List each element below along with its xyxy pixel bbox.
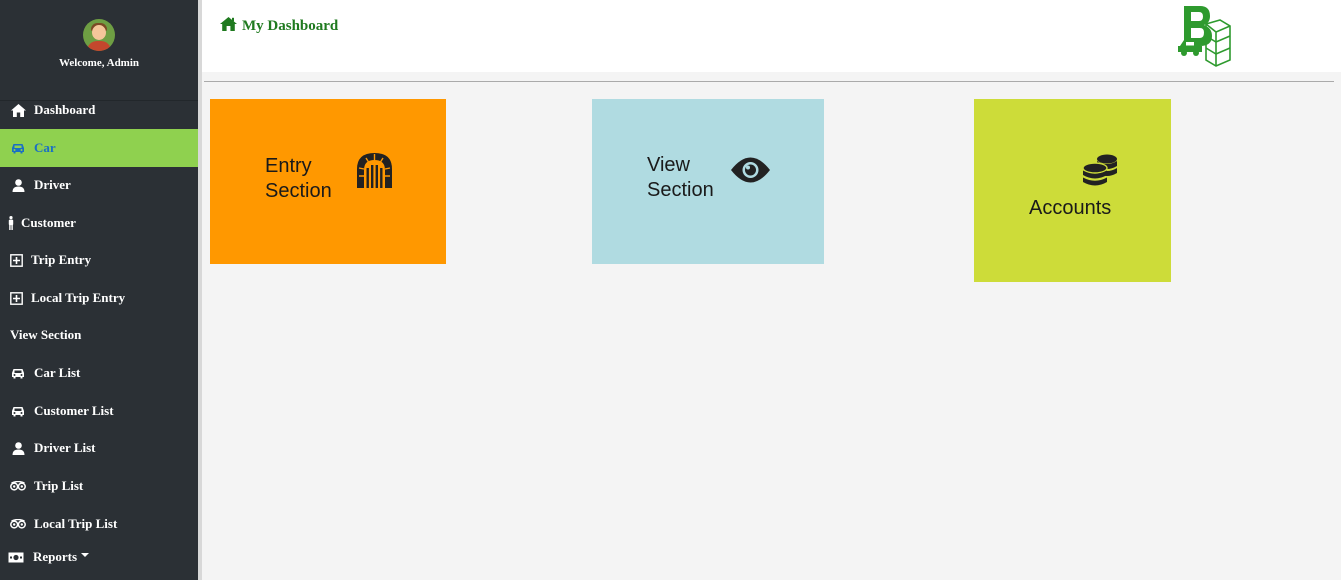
sidebar-divider bbox=[198, 0, 202, 580]
sidebar-item-driver-list[interactable]: Driver List bbox=[0, 429, 198, 467]
money-icon bbox=[8, 552, 24, 563]
car-icon bbox=[10, 143, 26, 154]
sidebar-item-dashboard[interactable]: Dashboard bbox=[0, 91, 198, 129]
tripadvisor-icon bbox=[10, 519, 26, 529]
sidebar-item-label: Car bbox=[34, 140, 56, 155]
gate-icon bbox=[357, 153, 392, 195]
sidebar-item-car-list[interactable]: Car List bbox=[0, 354, 198, 392]
page-title-text: My Dashboard bbox=[242, 18, 339, 34]
plus-square-icon bbox=[8, 253, 24, 267]
view-section-tile[interactable]: View Section bbox=[592, 99, 824, 264]
car-icon bbox=[10, 368, 26, 379]
car-icon bbox=[10, 406, 26, 417]
view-section-heading: View Section bbox=[10, 327, 82, 342]
header bbox=[202, 0, 1341, 72]
sidebar-item-label: Driver bbox=[34, 177, 71, 192]
home-icon bbox=[10, 103, 26, 117]
accounts-label: Accounts bbox=[1029, 197, 1112, 219]
entry-label-line2: Section bbox=[265, 180, 332, 202]
tripadvisor-icon bbox=[10, 481, 26, 491]
sidebar-item-label: Reports bbox=[33, 549, 78, 564]
sidebar-item-label: Local Trip Entry bbox=[31, 290, 126, 305]
sidebar-item-customer-list[interactable]: Customer List bbox=[0, 392, 198, 430]
eye-icon bbox=[731, 157, 770, 190]
sidebar-item-driver[interactable]: Driver bbox=[0, 166, 198, 204]
sidebar-item-label: Local Trip List bbox=[34, 516, 118, 531]
entry-section-tile[interactable]: Entry Section bbox=[210, 99, 446, 264]
plus-square-icon bbox=[8, 291, 24, 305]
user-icon bbox=[10, 441, 26, 455]
header-divider bbox=[204, 81, 1334, 82]
entry-section-label: Entry Section bbox=[265, 154, 332, 204]
caret-down-icon bbox=[81, 553, 90, 557]
person-standing-icon bbox=[6, 216, 16, 230]
sidebar-item-customer[interactable]: Customer bbox=[0, 204, 198, 242]
sidebar-item-label: Car List bbox=[34, 365, 81, 380]
sidebar-item-label: Driver List bbox=[34, 440, 96, 455]
home-icon bbox=[220, 17, 237, 36]
sidebar-item-trip-entry[interactable]: Trip Entry bbox=[0, 241, 198, 279]
sidebar-item-reports[interactable]: Reports bbox=[0, 538, 198, 576]
view-label-line1: View bbox=[647, 154, 690, 176]
page-title: My Dashboard bbox=[220, 17, 338, 36]
sidebar: Welcome, Admin Dashboard Car Driver Cust… bbox=[0, 0, 198, 580]
sidebar-item-local-trip-entry[interactable]: Local Trip Entry bbox=[0, 279, 198, 317]
accounts-tile[interactable]: Accounts bbox=[974, 99, 1171, 282]
sidebar-item-car[interactable]: Car bbox=[0, 129, 198, 167]
profile-panel: Welcome, Admin bbox=[0, 19, 198, 101]
view-section-label: View Section bbox=[647, 153, 714, 203]
sidebar-item-label: Customer List bbox=[34, 403, 114, 418]
coins-icon bbox=[1082, 154, 1118, 195]
sidebar-item-trip-list[interactable]: Trip List bbox=[0, 467, 198, 505]
welcome-text: Welcome, Admin bbox=[58, 57, 140, 69]
sidebar-item-label: Trip Entry bbox=[31, 252, 92, 267]
avatar bbox=[83, 19, 115, 51]
brand-logo[interactable] bbox=[1176, 2, 1236, 70]
sidebar-item-label: Trip List bbox=[34, 478, 84, 493]
user-icon bbox=[10, 178, 26, 192]
sidebar-item-label: Dashboard bbox=[34, 102, 96, 117]
entry-label-line1: Entry bbox=[265, 155, 312, 177]
view-label-line2: Section bbox=[647, 179, 714, 201]
sidebar-item-label: Customer bbox=[21, 215, 76, 230]
